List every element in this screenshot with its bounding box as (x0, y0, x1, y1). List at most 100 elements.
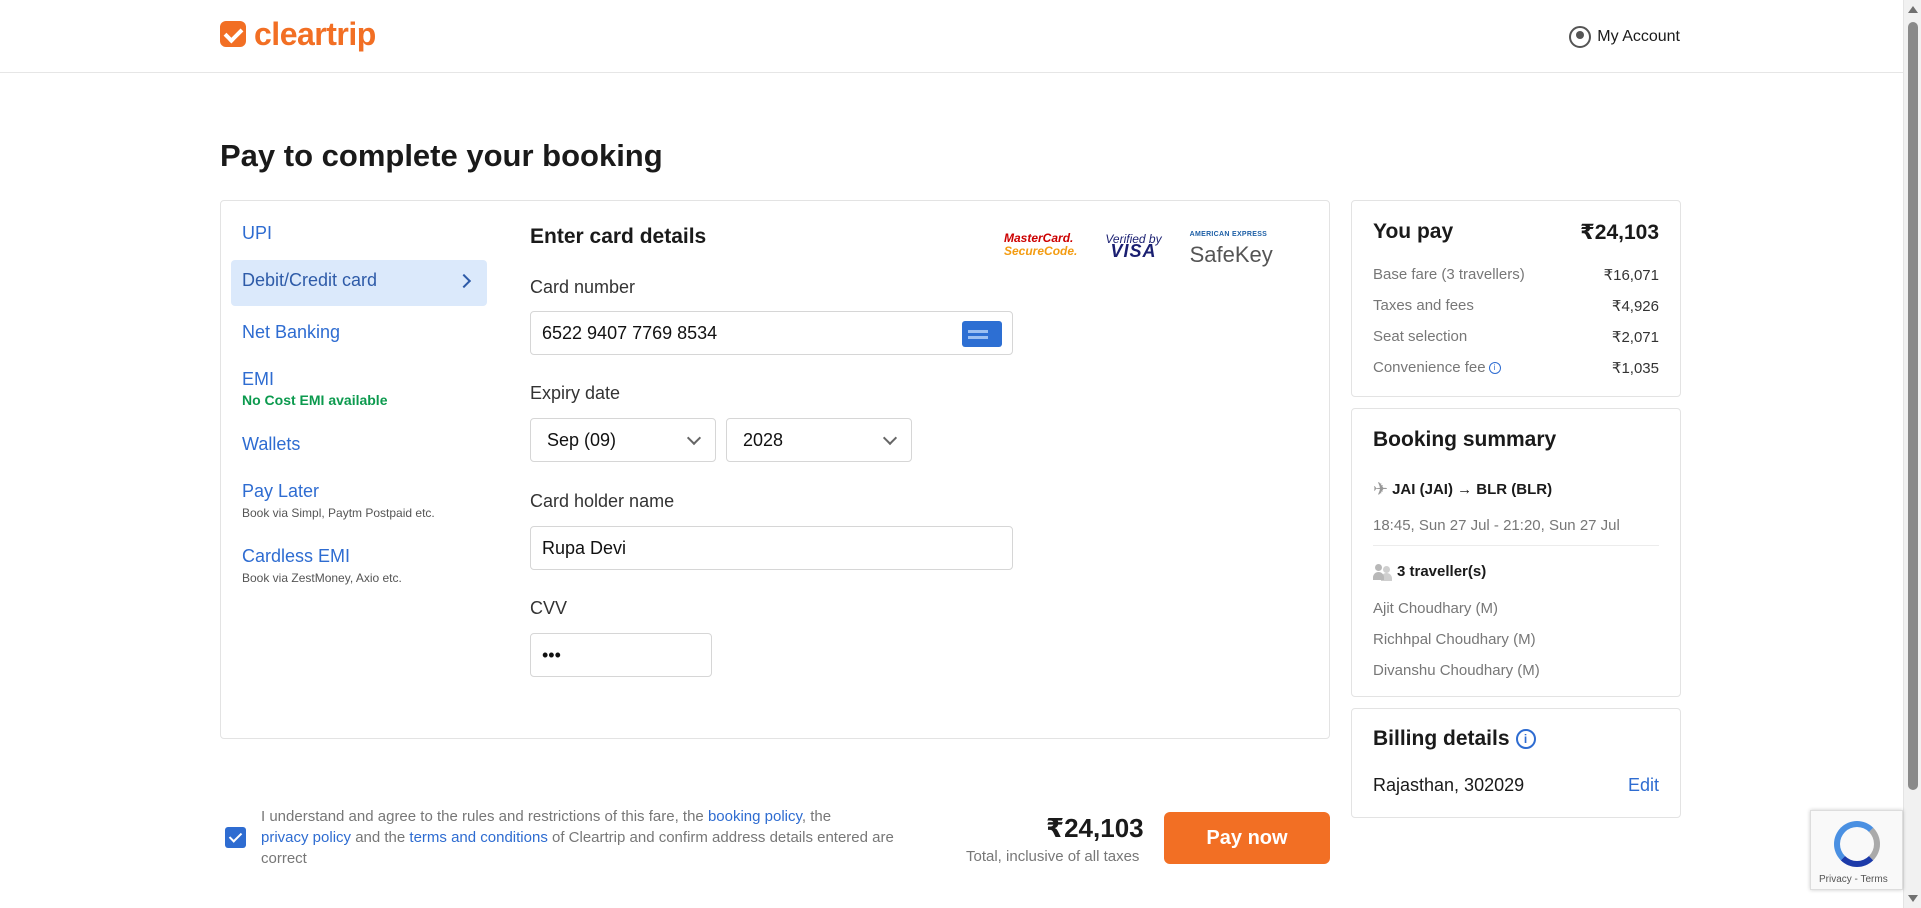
page-title: Pay to complete your booking (220, 138, 663, 173)
method-emi[interactable]: EMI No Cost EMI available (231, 359, 487, 418)
cvv-value: ••• (542, 644, 561, 665)
travellers-header: 3 traveller(s) (1373, 563, 1486, 580)
method-label: Net Banking (242, 322, 341, 342)
user-icon (1569, 26, 1592, 48)
payment-panel: UPI Debit/Credit card Net Banking EMI No… (220, 200, 1330, 739)
amex-safekey-logo: AMERICAN EXPRESS SafeKey (1189, 225, 1273, 267)
method-label: Pay Later (242, 481, 320, 501)
method-net-banking[interactable]: Net Banking (231, 312, 487, 353)
card-number-value: 6522 9407 7769 8534 (542, 322, 718, 343)
fare-row: Taxes and fees ₹4,926 (1373, 297, 1659, 315)
recaptcha-text[interactable]: Privacy - Terms (1819, 874, 1888, 885)
expiry-year-value: 2028 (743, 429, 784, 450)
expiry-month-select[interactable]: Sep (09) (530, 418, 716, 462)
scroll-thumb[interactable] (1908, 22, 1918, 790)
my-account-link[interactable]: My Account (1569, 26, 1680, 48)
agree-checkbox[interactable] (225, 827, 246, 848)
travellers-count: 3 traveller(s) (1397, 563, 1487, 580)
booking-summary-title: Booking summary (1373, 428, 1557, 451)
cvv-label: CVV (530, 598, 568, 618)
top-header: cleartrip My Account (0, 0, 1903, 73)
footer-total-note: Total, inclusive of all taxes (966, 848, 1140, 865)
you-pay-header: You pay ₹24,103 (1373, 220, 1659, 245)
traveller-name: Ajit Choudhary (M) (1373, 600, 1499, 617)
traveller-name: Richhpal Choudhary (M) (1373, 631, 1536, 648)
fare-row: Convenience fee i ₹1,035 (1373, 359, 1659, 377)
method-debit-credit-card[interactable]: Debit/Credit card (231, 260, 487, 306)
fare-label: Base fare (3 travellers) (1373, 266, 1525, 283)
agree-text-1: I understand and agree to the rules and … (261, 808, 708, 825)
card-number-input[interactable]: 6522 9407 7769 8534 (530, 311, 1013, 355)
method-label: UPI (242, 223, 273, 243)
logo-text: cleartrip (254, 16, 376, 52)
billing-address: Rajasthan, 302029 (1373, 775, 1525, 795)
card-holder-input[interactable]: Rupa Devi (530, 526, 1013, 570)
my-account-label: My Account (1597, 28, 1680, 45)
flight-times: 18:45, Sun 27 Jul - 21:20, Sun 27 Jul (1373, 517, 1620, 534)
info-icon[interactable]: i (1488, 362, 1501, 375)
billing-details-card: Billing details i Rajasthan, 302029 Edit (1351, 708, 1681, 818)
secure-brand-logos: MasterCard. SecureCode. Verified by VISA… (1004, 225, 1273, 267)
fare-value: ₹2,071 (1611, 329, 1659, 346)
page-scrollbar[interactable] (1903, 0, 1921, 908)
fare-value: ₹1,035 (1611, 360, 1659, 377)
card-holder-value: Rupa Devi (542, 537, 627, 558)
info-icon[interactable]: i (1515, 729, 1536, 749)
pay-now-button[interactable]: Pay now (1164, 812, 1330, 864)
agree-text: I understand and agree to the rules and … (261, 806, 931, 869)
agree-text-2: , the (801, 808, 832, 825)
plane-icon: ✈ (1373, 479, 1389, 499)
payment-methods-list: UPI Debit/Credit card Net Banking EMI No… (231, 213, 487, 601)
method-label: Cardless EMI (242, 546, 351, 566)
cvv-input[interactable]: ••• (530, 633, 712, 677)
you-pay-total: ₹24,103 (1580, 221, 1659, 244)
billing-edit-link[interactable]: Edit (1628, 775, 1659, 796)
method-sub: No Cost EMI available (242, 392, 388, 408)
card-number-label: Card number (530, 277, 636, 297)
footer-total: ₹24,103 (1046, 813, 1144, 843)
expiry-date-label: Expiry date (530, 383, 621, 403)
method-label: Debit/Credit card (242, 270, 378, 290)
terms-link[interactable]: terms and conditions (409, 829, 547, 846)
divider (1373, 545, 1659, 546)
method-wallets[interactable]: Wallets (231, 424, 487, 465)
fare-label: Convenience fee (1373, 359, 1486, 376)
flight-route: ✈ JAI (JAI) → BLR (BLR) (1373, 479, 1552, 500)
route-text: JAI (JAI) → BLR (BLR) (1392, 481, 1553, 498)
expiry-month-value: Sep (09) (547, 429, 617, 450)
people-icon (1373, 563, 1391, 580)
fare-value: ₹16,071 (1603, 267, 1659, 284)
fare-row: Seat selection ₹2,071 (1373, 328, 1659, 346)
method-sub: Book via Simpl, Paytm Postpaid etc. (242, 506, 435, 520)
fare-value: ₹4,926 (1611, 298, 1659, 315)
scroll-up-arrow-icon[interactable] (1908, 6, 1918, 13)
traveller-name: Divanshu Choudhary (M) (1373, 662, 1540, 679)
chevron-down-icon (686, 430, 702, 446)
card-holder-label: Card holder name (530, 491, 675, 511)
method-upi[interactable]: UPI (231, 213, 487, 254)
mc-bottom: SecureCode. (1004, 244, 1078, 258)
you-pay-card: You pay ₹24,103 Base fare (3 travellers)… (1351, 200, 1681, 397)
method-pay-later[interactable]: Pay Later Book via Simpl, Paytm Postpaid… (231, 471, 487, 530)
check-logo-icon (220, 21, 246, 47)
method-label: Wallets (242, 434, 301, 454)
cleartrip-logo[interactable]: cleartrip (220, 16, 376, 52)
booking-policy-link[interactable]: booking policy (708, 808, 802, 825)
chevron-down-icon (882, 430, 898, 446)
mastercard-securecode-logo: MasterCard. SecureCode. (1004, 232, 1077, 258)
recaptcha-badge[interactable]: Privacy - Terms (1810, 810, 1903, 890)
fare-label-wrap: Convenience fee i (1373, 359, 1501, 377)
you-pay-title: You pay (1373, 220, 1454, 243)
amex-bottom: SafeKey (1189, 242, 1273, 267)
agree-text-3: and the (351, 829, 410, 846)
expiry-year-select[interactable]: 2028 (726, 418, 912, 462)
vbv-bottom: VISA (1110, 241, 1157, 261)
billing-title: Billing details (1373, 727, 1510, 750)
card-details-form: Enter card details MasterCard. SecureCod… (530, 225, 1310, 677)
method-cardless-emi[interactable]: Cardless EMI Book via ZestMoney, Axio et… (231, 536, 487, 595)
fare-label: Taxes and fees (1373, 297, 1474, 314)
verified-by-visa-logo: Verified by VISA (1105, 233, 1161, 261)
privacy-policy-link[interactable]: privacy policy (261, 829, 351, 846)
scroll-down-arrow-icon[interactable] (1908, 895, 1918, 902)
method-sub: Book via ZestMoney, Axio etc. (242, 571, 402, 585)
